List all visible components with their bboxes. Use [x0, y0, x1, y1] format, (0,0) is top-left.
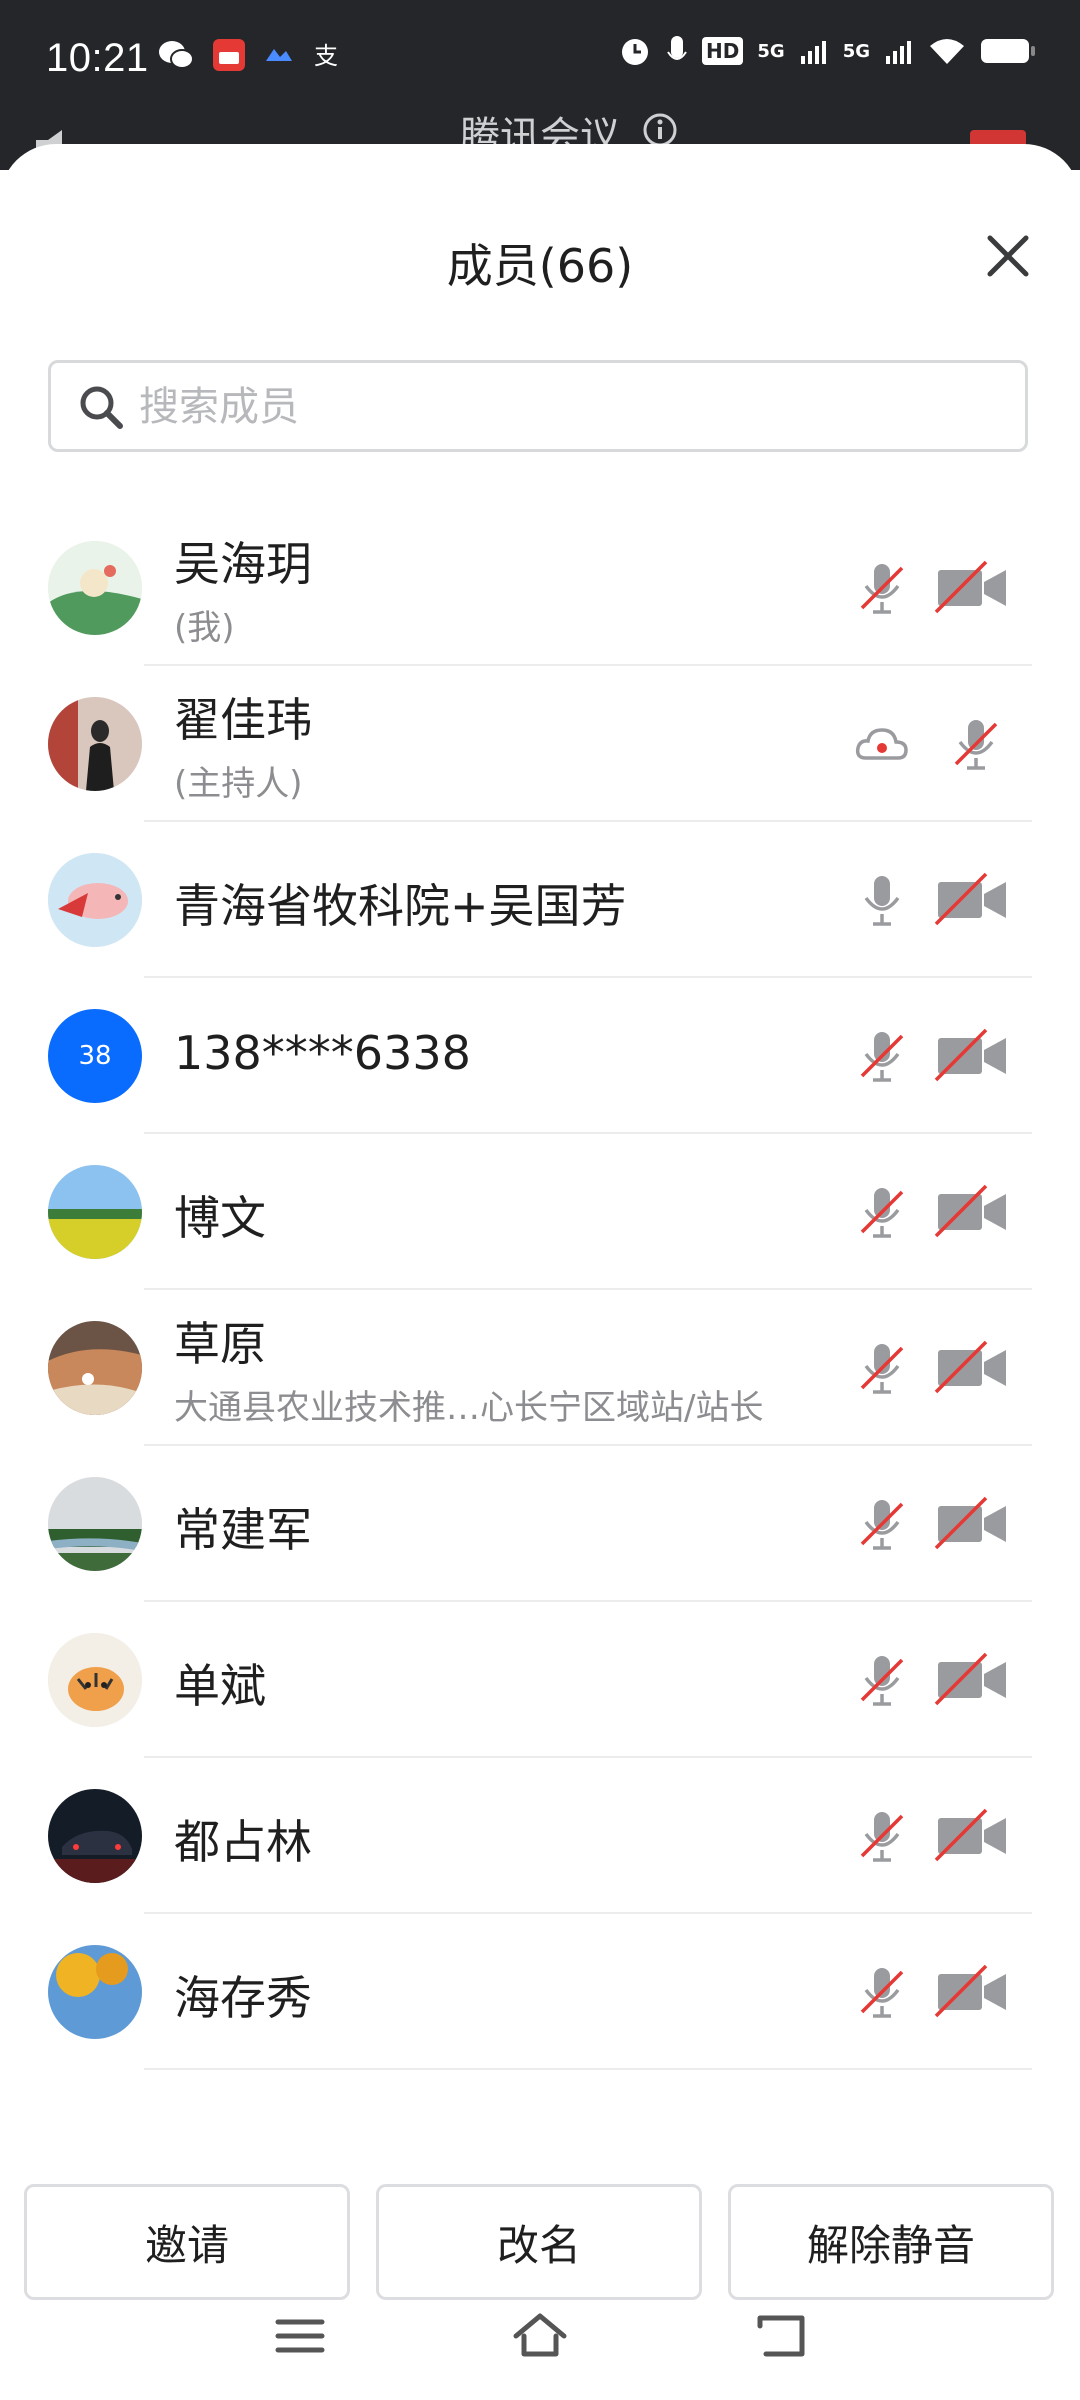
camera-off-icon[interactable] — [934, 1494, 1010, 1554]
member-row[interactable]: 翟佳玮 (主持人) — [0, 666, 1080, 822]
avatar: 38 — [48, 1009, 142, 1103]
member-row[interactable]: 青海省牧科院+吴国芳 — [0, 822, 1080, 978]
mic-status-icon — [667, 36, 687, 60]
member-subtitle: 大通县农业技术推…心长宁区域站/站长 — [174, 1388, 764, 1428]
close-icon[interactable] — [976, 224, 1040, 288]
member-row[interactable]: 38 138****6338 — [0, 978, 1080, 1134]
member-row[interactable]: 博文 — [0, 1134, 1080, 1290]
camera-off-icon[interactable] — [934, 1338, 1010, 1398]
camera-off-icon[interactable] — [934, 870, 1010, 930]
member-row[interactable]: 海存秀 — [0, 1914, 1080, 2070]
member-name: 翟佳玮 — [174, 693, 312, 747]
camera-off-icon[interactable] — [934, 1182, 1010, 1242]
home-nav-icon[interactable] — [510, 2306, 570, 2366]
signal-icon-2 — [886, 41, 911, 64]
invite-button[interactable]: 邀请 — [24, 2184, 350, 2300]
member-name: 博文 — [174, 1191, 266, 1245]
member-row[interactable]: 吴海玥 (我) — [0, 510, 1080, 666]
avatar — [48, 1165, 142, 1259]
avatar — [48, 541, 142, 635]
network-label-2: 5G — [842, 40, 870, 62]
unmute-all-button[interactable]: 解除静音 — [728, 2184, 1054, 2300]
network-label-1: 5G — [757, 40, 785, 62]
member-name: 138****6338 — [174, 1026, 471, 1080]
alarm-icon — [622, 39, 649, 65]
mic-muted-icon[interactable] — [852, 1806, 912, 1866]
menu-nav-icon[interactable] — [272, 2306, 328, 2366]
status-bar: 10:21 支 HD 5G 5G — [0, 0, 1080, 120]
member-name: 吴海玥 — [174, 537, 312, 591]
wechat-icon — [159, 41, 194, 69]
search-icon — [80, 386, 123, 429]
avatar-initials: 38 — [78, 1041, 112, 1071]
mic-muted-icon[interactable] — [852, 1026, 912, 1086]
app-badge-icon — [213, 39, 245, 71]
avatar — [48, 697, 142, 791]
camera-off-icon[interactable] — [934, 1806, 1010, 1866]
avatar — [48, 1321, 142, 1415]
members-sheet: 成员(66) 吴海玥 (我) 翟佳玮 (主持人) 青海省牧科院+吴国芳 38 138****… — [0, 144, 1080, 2400]
camera-off-icon[interactable] — [934, 558, 1010, 618]
member-row[interactable]: 草原大通县农业技术推…心长宁区域站/站长 — [0, 1290, 1080, 1446]
search-box[interactable] — [48, 360, 1028, 452]
member-name: 青海省牧科院+吴国芳 — [174, 879, 627, 933]
sheet-title: 成员(66) — [446, 239, 634, 293]
mic-muted-icon[interactable] — [852, 1494, 912, 1554]
avatar — [48, 1633, 142, 1727]
system-status-icons: HD 5G 5G — [618, 34, 1036, 68]
mic-muted-icon[interactable] — [946, 714, 1006, 774]
avatar — [48, 853, 142, 947]
info-icon — [643, 113, 677, 147]
mic-muted-icon[interactable] — [852, 558, 912, 618]
cloud-app-icon — [266, 49, 292, 61]
alipay-icon: 支 — [314, 42, 338, 70]
camera-off-icon[interactable] — [934, 1962, 1010, 2022]
mic-muted-icon[interactable] — [852, 1962, 912, 2022]
member-list[interactable]: 吴海玥 (我) 翟佳玮 (主持人) 青海省牧科院+吴国芳 38 138****6338 博文草… — [0, 510, 1080, 2130]
search-input[interactable] — [137, 373, 1001, 441]
mic-icon[interactable] — [852, 870, 912, 930]
camera-off-icon[interactable] — [934, 1026, 1010, 1086]
member-name: 常建军 — [174, 1503, 312, 1557]
battery-icon — [981, 39, 1035, 63]
mic-muted-icon[interactable] — [852, 1182, 912, 1242]
back-nav-icon[interactable] — [752, 2306, 808, 2366]
cloud-record-icon[interactable] — [852, 714, 912, 774]
member-row[interactable]: 常建军 — [0, 1446, 1080, 1602]
camera-off-icon[interactable] — [934, 1650, 1010, 1710]
hd-badge: HD — [702, 37, 744, 65]
member-name: 单斌 — [174, 1659, 266, 1713]
signal-icon-1 — [800, 41, 826, 64]
avatar — [48, 1945, 142, 2039]
member-subtitle: (主持人) — [174, 764, 303, 804]
mic-muted-icon[interactable] — [852, 1650, 912, 1710]
member-name: 都占林 — [174, 1815, 312, 1869]
member-subtitle: (我) — [174, 608, 235, 648]
divider — [144, 2068, 1032, 2070]
mic-muted-icon[interactable] — [852, 1338, 912, 1398]
member-row[interactable]: 单斌 — [0, 1602, 1080, 1758]
wifi-icon — [930, 39, 964, 64]
member-row[interactable]: 都占林 — [0, 1758, 1080, 1914]
svg-text:支: 支 — [314, 42, 338, 70]
avatar — [48, 1477, 142, 1571]
member-name: 海存秀 — [174, 1971, 312, 2025]
notification-icons: 支 — [158, 38, 342, 72]
status-time: 10:21 — [46, 36, 149, 80]
rename-button[interactable]: 改名 — [376, 2184, 702, 2300]
avatar — [48, 1789, 142, 1883]
member-name: 草原 — [174, 1317, 266, 1371]
